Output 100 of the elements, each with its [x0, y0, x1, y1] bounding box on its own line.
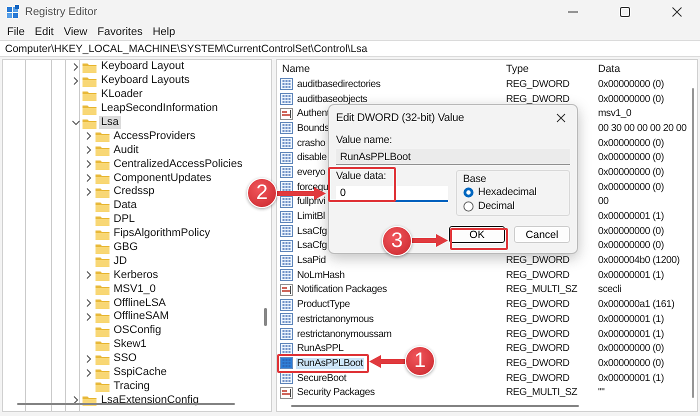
tree-item[interactable]: LsaExtensionConfig	[99, 394, 201, 407]
chevron-icon[interactable]	[84, 186, 94, 197]
folder-icon	[82, 102, 97, 115]
value-name[interactable]: NoLmHash	[296, 270, 346, 281]
menu-item[interactable]: Edit	[30, 26, 59, 38]
field-label: Value name:	[336, 134, 393, 147]
tree-item[interactable]: ComponentUpdates	[112, 172, 214, 185]
tree-item[interactable]: AccessProviders	[112, 130, 198, 143]
tree-item[interactable]: KLoader	[99, 88, 145, 102]
chevron-icon[interactable]	[71, 118, 81, 128]
arrow	[369, 354, 405, 368]
chevron-icon[interactable]	[71, 76, 81, 86]
tree-item[interactable]: Tracing	[112, 380, 152, 393]
tree-item[interactable]: LeapSecondInformation	[99, 102, 220, 116]
tree-item[interactable]: SspiCache	[112, 366, 169, 380]
value-name[interactable]: everyo	[296, 166, 326, 178]
tree-item[interactable]: Skew1	[112, 338, 149, 352]
chevron-icon[interactable]	[84, 368, 94, 378]
chevron-icon[interactable]	[71, 62, 81, 72]
chevron-icon[interactable]	[84, 159, 94, 170]
tree-item[interactable]: GBG	[112, 241, 140, 254]
value-name[interactable]: Security Packages	[296, 387, 376, 398]
binary-value-icon	[280, 298, 293, 311]
tree-item[interactable]: MSV1_0	[112, 282, 158, 296]
column-header[interactable]: Data	[598, 60, 697, 77]
binary-value-icon	[280, 181, 293, 194]
tree-item[interactable]: Credssp	[112, 185, 156, 198]
folder-icon	[94, 186, 110, 198]
chevron-icon[interactable]	[84, 312, 94, 322]
value-name[interactable]: disable	[296, 152, 328, 164]
folder-icon	[94, 283, 110, 296]
value-name[interactable]: fullprivi	[296, 196, 326, 208]
scrollbar[interactable]	[264, 308, 267, 326]
scrollbar[interactable]	[17, 403, 235, 405]
value-name[interactable]: LsaPid	[296, 255, 327, 266]
value-name[interactable]: restrictanonymous	[296, 314, 375, 325]
maximize-icon	[620, 7, 630, 17]
value-name[interactable]: LimitBl	[296, 211, 326, 222]
chevron-icon[interactable]	[84, 145, 94, 156]
tree-item[interactable]: Data	[112, 199, 139, 212]
menu-item[interactable]: Favorites	[92, 26, 148, 38]
tree-item[interactable]: OSConfig	[112, 324, 164, 338]
tree-item[interactable]: Keyboard Layout	[99, 60, 186, 74]
chevron-icon[interactable]	[84, 173, 94, 184]
field-label: Value data:	[336, 170, 388, 182]
tree-item[interactable]: CentralizedAccessPolicies	[112, 158, 244, 171]
menu-item[interactable]: File	[2, 26, 30, 38]
value-name[interactable]: crasho	[296, 138, 326, 149]
value-name[interactable]: ProductType	[296, 299, 351, 310]
tree-item[interactable]: OfflineSAM	[112, 310, 171, 324]
tree-item[interactable]: FipsAlgorithmPolicy	[112, 227, 212, 240]
value-data-field[interactable]: 0	[336, 186, 448, 202]
chevron-icon[interactable]	[84, 131, 94, 142]
chevron-icon[interactable]	[84, 354, 94, 364]
tree-item[interactable]: Keyboard Layouts	[99, 74, 192, 88]
cancel-button[interactable]: Cancel	[514, 226, 570, 243]
binary-value-icon	[280, 137, 293, 150]
scrollbar[interactable]	[692, 88, 694, 398]
value-data: 0x00000000 (0)	[598, 240, 664, 252]
folder-icon	[94, 255, 110, 268]
tree-item[interactable]: OfflineLSA	[112, 296, 168, 310]
group-label: Base	[463, 173, 488, 185]
tree-item[interactable]: Audit	[112, 144, 141, 157]
scrollbar[interactable]	[291, 405, 579, 407]
value-name[interactable]: RunAsPPL	[296, 343, 345, 354]
chevron-icon[interactable]	[84, 270, 94, 280]
address-bar[interactable]: Computer\HKEY_LOCAL_MACHINE\SYSTEM\CurrentControlSet\Control\Lsa	[0, 40, 700, 57]
folder-icon	[94, 130, 110, 142]
radio-button[interactable]	[463, 186, 474, 198]
value-name[interactable]: restrictanonymoussam	[296, 328, 393, 340]
value-data: 0x00000000 (0)	[598, 152, 664, 164]
value-data: 0x00000000 (0)	[598, 138, 664, 149]
value-name[interactable]: SecureBoot	[296, 372, 348, 384]
value-name[interactable]: auditbasedirectories	[296, 78, 382, 90]
value-type: REG_DWORD	[506, 328, 570, 340]
value-name[interactable]: RunAsPPLBoot	[296, 358, 364, 369]
menu-item[interactable]: Help	[148, 26, 180, 38]
value-name[interactable]: auditbaseobjects	[296, 94, 368, 105]
radio-button[interactable]	[463, 200, 474, 212]
value-data: 0x000000a1 (161)	[598, 299, 674, 310]
radio-label[interactable]: Hexadecimal	[478, 186, 536, 198]
menu-item[interactable]: View	[58, 26, 92, 38]
tree-item[interactable]: DPL	[112, 213, 137, 226]
tree-item[interactable]: JD	[112, 254, 129, 268]
value-data: 0x00000000 (0)	[598, 94, 664, 105]
chevron-icon[interactable]	[84, 298, 94, 308]
value-name-field[interactable]: RunAsPPLBoot	[336, 149, 570, 165]
value-name[interactable]: LsaCfg	[296, 240, 328, 252]
radio-label[interactable]: Decimal	[478, 200, 515, 212]
value-name[interactable]: LsaCfg	[296, 226, 328, 237]
value-data: 0x00000000 (0)	[598, 343, 664, 354]
tree-item[interactable]: Kerberos	[112, 268, 160, 282]
tree-item[interactable]: Lsa	[99, 116, 121, 129]
value-name[interactable]: Notification Packages	[296, 284, 388, 296]
column-header[interactable]: Type	[506, 60, 598, 77]
value-name[interactable]: Bounds	[296, 122, 330, 134]
tree-item[interactable]: SSO	[112, 352, 139, 366]
chevron-icon[interactable]	[71, 395, 81, 406]
column-header[interactable]: Name	[280, 60, 506, 77]
folder-icon	[94, 269, 110, 282]
